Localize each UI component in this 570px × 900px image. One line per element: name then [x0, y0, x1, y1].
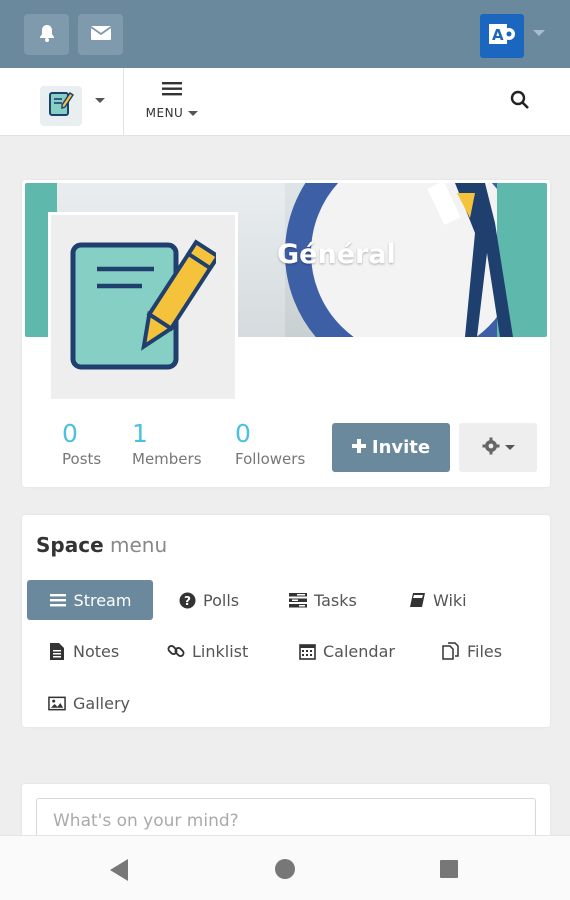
settings-caret-icon [504, 445, 515, 450]
stat-posts[interactable]: 0 Posts [62, 419, 102, 469]
home-circle-icon[interactable] [274, 858, 296, 884]
messages-button[interactable] [78, 14, 123, 55]
svg-text:A: A [492, 26, 504, 44]
stat-followers[interactable]: 0 Followers [235, 419, 306, 469]
followers-label: Followers [235, 450, 306, 468]
recents-square-icon[interactable] [439, 859, 459, 883]
notepad-pencil-icon [70, 239, 216, 370]
space-navigation: MENU [0, 68, 570, 136]
space-settings-button[interactable] [459, 423, 537, 472]
menu-item-polls[interactable]: ? Polls [178, 580, 239, 620]
app-switcher-caret-icon[interactable] [533, 30, 545, 36]
space-menu: Space menu Stream ? Polls Tasks Wiki Not… [22, 515, 550, 727]
hamburger-icon [161, 82, 183, 102]
divider [123, 68, 124, 136]
banner-figure-illustration [427, 183, 513, 337]
menu-item-label: Files [467, 641, 503, 661]
space-avatar[interactable] [48, 212, 238, 402]
space-header: Général 0 Posts 1 Members 0 Followers In… [22, 180, 550, 487]
followers-count: 0 [235, 419, 251, 448]
menu-item-label: Stream [73, 590, 132, 610]
gear-icon [482, 437, 500, 459]
menu-item-gallery[interactable]: Gallery [48, 683, 130, 723]
menu-item-notes[interactable]: Notes [48, 631, 119, 671]
posts-count: 0 [62, 419, 78, 448]
svg-text:?: ? [184, 594, 191, 608]
envelope-icon [89, 24, 112, 46]
menu-item-label: Calendar [323, 641, 395, 661]
android-navigation-bar [0, 835, 570, 900]
top-bar: A [0, 0, 570, 68]
file-text-icon [48, 642, 66, 660]
menu-item-label: Linklist [192, 641, 249, 661]
question-circle-icon: ? [178, 591, 196, 609]
bars-icon [49, 591, 67, 609]
app-switcher-button[interactable]: A [480, 14, 524, 58]
invite-button[interactable]: Invite [332, 423, 450, 472]
image-icon [48, 694, 66, 712]
invite-label: Invite [371, 437, 431, 458]
space-chooser-caret-icon[interactable] [95, 98, 105, 103]
space-menu-title-bold: Space [36, 533, 104, 557]
notepad-pencil-icon [46, 89, 76, 123]
space-title: Général [277, 239, 396, 270]
members-count: 1 [132, 419, 148, 448]
menu-item-label: Polls [203, 590, 240, 610]
menu-button[interactable]: MENU [140, 80, 204, 128]
menu-item-linklist[interactable]: Linklist [167, 631, 248, 671]
menu-item-label: Notes [73, 641, 120, 661]
exchange-icon: A [487, 19, 517, 53]
menu-item-files[interactable]: Files [442, 631, 502, 671]
menu-item-tasks[interactable]: Tasks [289, 580, 357, 620]
book-icon [408, 591, 426, 609]
search-icon [510, 90, 530, 114]
stat-members[interactable]: 1 Members [132, 419, 202, 469]
posts-label: Posts [62, 450, 102, 468]
menu-item-label: Gallery [73, 693, 130, 713]
files-icon [442, 642, 460, 660]
space-menu-title-light: menu [110, 533, 168, 557]
tasks-icon [289, 591, 307, 609]
menu-item-label: Wiki [433, 590, 467, 610]
menu-label: MENU [145, 106, 184, 120]
menu-item-stream[interactable]: Stream [27, 580, 153, 620]
space-menu-title: Space menu [36, 533, 167, 557]
menu-item-label: Tasks [314, 590, 357, 610]
plus-icon [351, 437, 366, 458]
menu-item-calendar[interactable]: Calendar [298, 631, 395, 671]
search-button[interactable] [510, 90, 530, 114]
members-label: Members [132, 450, 202, 468]
back-triangle-icon[interactable] [108, 858, 130, 886]
menu-item-wiki[interactable]: Wiki [408, 580, 467, 620]
menu-caret-icon [188, 110, 199, 116]
notifications-button[interactable] [24, 14, 69, 55]
link-icon [167, 642, 185, 660]
bell-icon [37, 23, 57, 47]
calendar-icon [298, 642, 316, 660]
space-chooser-button[interactable] [40, 86, 82, 126]
